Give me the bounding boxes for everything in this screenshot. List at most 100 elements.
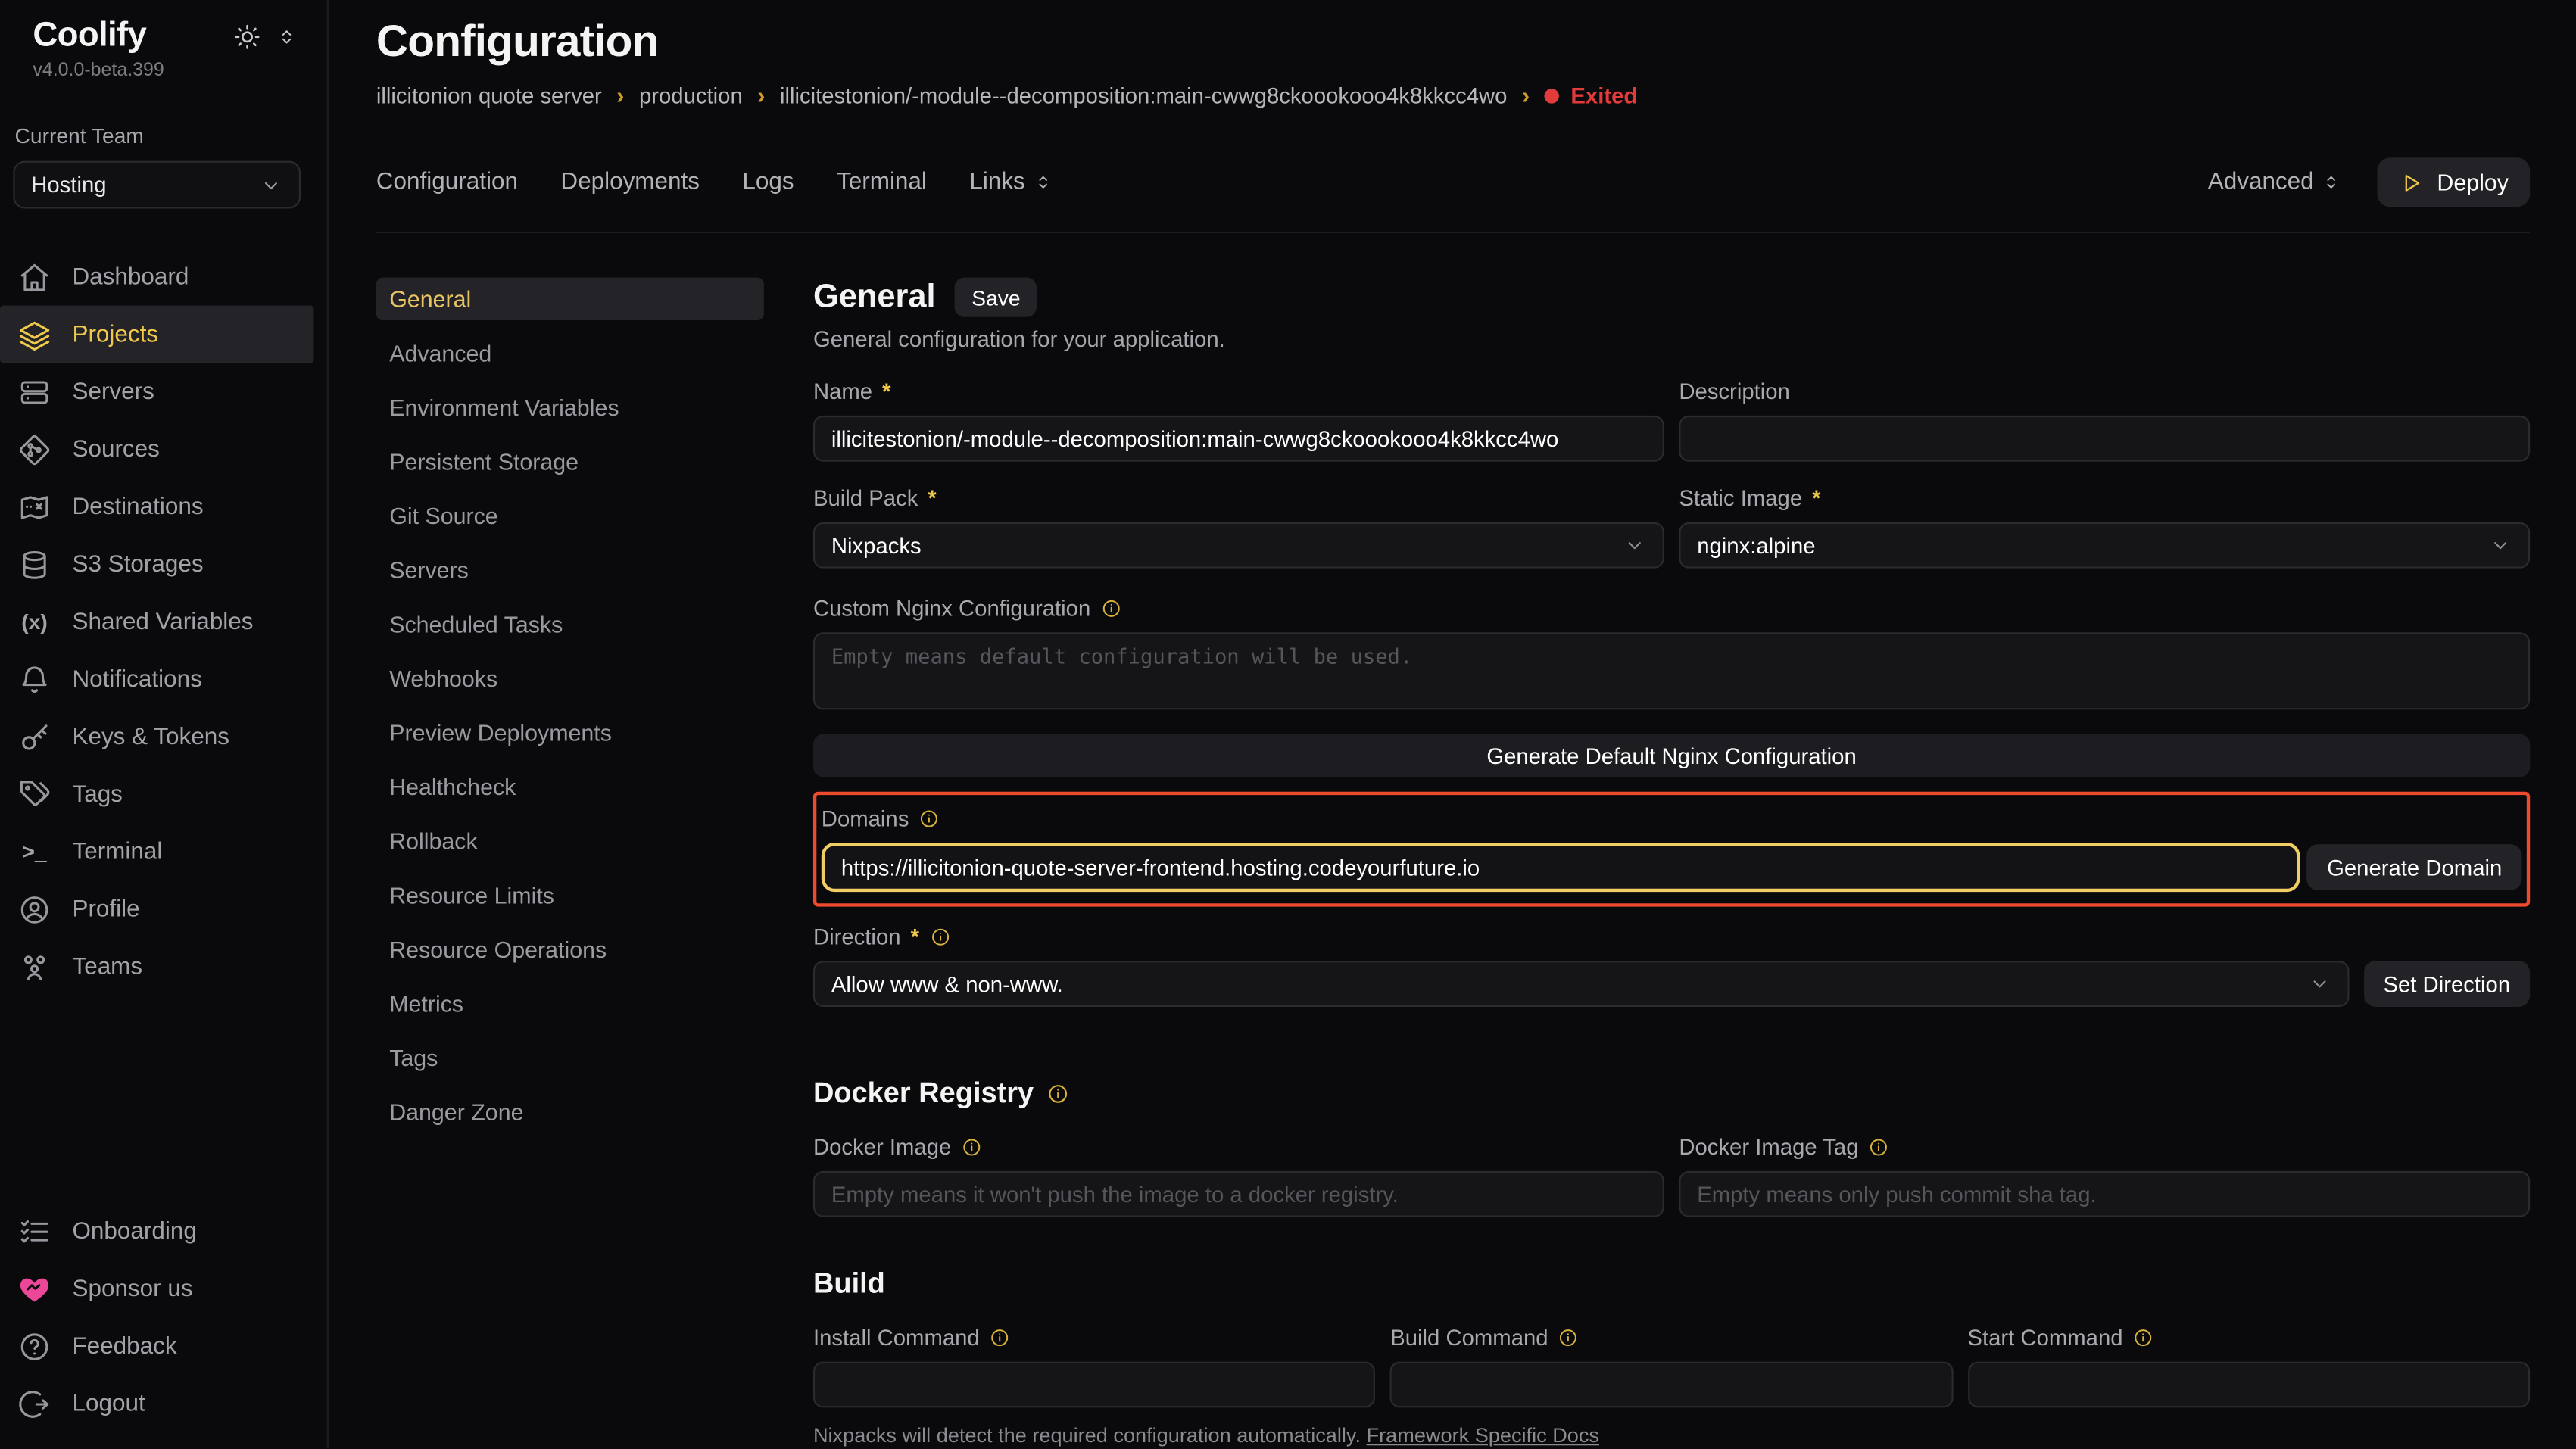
deploy-button[interactable]: Deploy xyxy=(2378,157,2530,207)
sidebar-item-sources[interactable]: Sources xyxy=(0,420,313,478)
theme-switch-updown-icon[interactable] xyxy=(276,26,297,47)
submenu-metrics[interactable]: Metrics xyxy=(376,982,764,1024)
info-icon[interactable] xyxy=(1100,598,1121,619)
sidebar-item-logout[interactable]: Logout xyxy=(0,1375,313,1432)
info-icon[interactable] xyxy=(961,1136,982,1158)
breadcrumb-separator: › xyxy=(1522,82,1530,108)
info-icon[interactable] xyxy=(2133,1327,2154,1348)
team-select[interactable]: Hosting xyxy=(13,161,301,209)
status-badge: Exited xyxy=(1545,83,1638,108)
key-icon xyxy=(18,720,51,753)
docker-image-label: Docker Image xyxy=(813,1133,1664,1161)
submenu-healthcheck[interactable]: Healthcheck xyxy=(376,765,764,808)
name-label: Name* xyxy=(813,378,1664,406)
sidebar-item-teams[interactable]: Teams xyxy=(0,938,313,996)
info-icon[interactable] xyxy=(1047,1082,1070,1105)
breadcrumb-resource[interactable]: illicitestonion/-module--decomposition:m… xyxy=(780,83,1508,108)
info-icon[interactable] xyxy=(918,808,940,829)
build-title: Build xyxy=(813,1267,2530,1301)
save-button[interactable]: Save xyxy=(956,278,1037,317)
build-command-input[interactable] xyxy=(1390,1362,1953,1408)
breadcrumb-project[interactable]: illicitonion quote server xyxy=(376,83,602,108)
user-circle-icon xyxy=(18,893,51,925)
advanced-dropdown[interactable]: Advanced xyxy=(2208,169,2342,195)
submenu-rollback[interactable]: Rollback xyxy=(376,820,764,862)
team-select-value: Hosting xyxy=(31,173,106,198)
submenu-persistent-storage[interactable]: Persistent Storage xyxy=(376,440,764,482)
sidebar-item-s3-storages[interactable]: S3 Storages xyxy=(0,535,313,593)
tab-deployments[interactable]: Deployments xyxy=(560,169,700,195)
info-icon[interactable] xyxy=(1558,1327,1580,1348)
tab-logs[interactable]: Logs xyxy=(742,169,794,195)
submenu-danger-zone[interactable]: Danger Zone xyxy=(376,1091,764,1133)
sidebar-item-servers[interactable]: Servers xyxy=(0,363,313,420)
docker-registry-title: Docker Registry xyxy=(813,1076,2530,1111)
description-input[interactable] xyxy=(1679,416,2530,462)
submenu-environment-variables[interactable]: Environment Variables xyxy=(376,386,764,428)
sidebar-item-notifications[interactable]: Notifications xyxy=(0,650,313,708)
sidebar-item-destinations[interactable]: Destinations xyxy=(0,478,313,535)
breadcrumb-environment[interactable]: production xyxy=(639,83,743,108)
start-command-input[interactable] xyxy=(1967,1362,2530,1408)
sidebar-item-dashboard[interactable]: Dashboard xyxy=(0,248,313,306)
submenu-scheduled-tasks[interactable]: Scheduled Tasks xyxy=(376,603,764,645)
tab-terminal[interactable]: Terminal xyxy=(837,169,927,195)
status-dot-icon xyxy=(1545,88,1560,103)
set-direction-button[interactable]: Set Direction xyxy=(2363,961,2530,1007)
docker-image-tag-label: Docker Image Tag xyxy=(1679,1133,2530,1161)
build-pack-label: Build Pack* xyxy=(813,485,1664,513)
install-command-input[interactable] xyxy=(813,1362,1376,1408)
custom-nginx-textarea[interactable] xyxy=(813,632,2530,709)
generate-nginx-button[interactable]: Generate Default Nginx Configuration xyxy=(813,734,2530,777)
tab-links[interactable]: Links xyxy=(969,169,1053,195)
submenu-advanced[interactable]: Advanced xyxy=(376,332,764,374)
submenu-preview-deployments[interactable]: Preview Deployments xyxy=(376,711,764,753)
direction-select[interactable]: Allow www & non-www. xyxy=(813,961,2349,1007)
sidebar-item-shared-variables[interactable]: (x) Shared Variables xyxy=(0,593,313,650)
build-pack-select[interactable]: Nixpacks xyxy=(813,522,1664,569)
app: Coolify v4.0.0-beta.399 Current Team Hos… xyxy=(0,0,2576,1449)
info-icon[interactable] xyxy=(1869,1136,1890,1158)
current-team-label: Current Team xyxy=(0,80,327,148)
info-icon[interactable] xyxy=(929,927,950,948)
sidebar: Coolify v4.0.0-beta.399 Current Team Hos… xyxy=(0,0,329,1449)
submenu-servers[interactable]: Servers xyxy=(376,549,764,591)
docker-image-tag-input[interactable] xyxy=(1679,1171,2530,1217)
sidebar-nav: Dashboard Projects Servers Sources Desti… xyxy=(0,248,327,996)
submenu-general[interactable]: General xyxy=(376,278,764,320)
app-logo[interactable]: Coolify xyxy=(33,17,146,56)
play-icon xyxy=(2399,170,2424,195)
chevron-down-icon xyxy=(2489,534,2512,556)
sidebar-item-feedback[interactable]: Feedback xyxy=(0,1317,313,1375)
domains-input[interactable] xyxy=(822,843,2301,892)
sidebar-item-keys-tokens[interactable]: Keys & Tokens xyxy=(0,708,313,765)
generate-domain-button[interactable]: Generate Domain xyxy=(2307,844,2521,890)
framework-docs-link[interactable]: Framework Specific Docs xyxy=(1367,1424,1599,1447)
submenu-git-source[interactable]: Git Source xyxy=(376,494,764,537)
tab-configuration[interactable]: Configuration xyxy=(376,169,518,195)
sidebar-item-tags[interactable]: Tags xyxy=(0,765,313,823)
map-icon xyxy=(18,491,51,523)
install-command-label: Install Command xyxy=(813,1324,1376,1352)
submenu-webhooks[interactable]: Webhooks xyxy=(376,657,764,700)
submenu-tags[interactable]: Tags xyxy=(376,1036,764,1079)
terminal-icon: >_ xyxy=(18,840,51,865)
sidebar-item-profile[interactable]: Profile xyxy=(0,880,313,938)
sidebar-footer: Onboarding Sponsor us Feedback Logout xyxy=(0,1202,327,1448)
logout-icon xyxy=(18,1387,51,1419)
sidebar-item-projects[interactable]: Projects xyxy=(0,306,313,363)
general-form: General Save General configuration for y… xyxy=(813,278,2530,1449)
sidebar-item-onboarding[interactable]: Onboarding xyxy=(0,1202,313,1260)
name-input[interactable] xyxy=(813,416,1664,462)
theme-toggle-sun-icon[interactable] xyxy=(233,22,261,50)
sidebar-item-terminal[interactable]: >_ Terminal xyxy=(0,823,313,880)
submenu-resource-limits[interactable]: Resource Limits xyxy=(376,874,764,916)
custom-nginx-label: Custom Nginx Configuration xyxy=(813,594,2530,622)
info-icon[interactable] xyxy=(990,1327,1011,1348)
sidebar-item-sponsor-us[interactable]: Sponsor us xyxy=(0,1260,313,1317)
domains-label: Domains xyxy=(822,805,2522,833)
submenu-resource-operations[interactable]: Resource Operations xyxy=(376,928,764,971)
docker-image-input[interactable] xyxy=(813,1171,1664,1217)
static-image-select[interactable]: nginx:alpine xyxy=(1679,522,2530,569)
tag-icon xyxy=(18,777,51,810)
